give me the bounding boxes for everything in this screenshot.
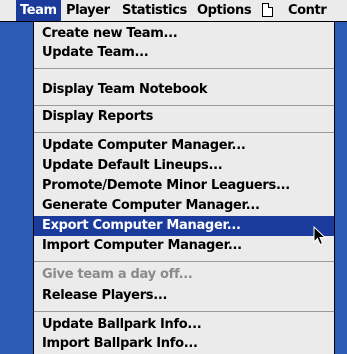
menu-control[interactable]: Contr — [288, 0, 327, 21]
menu-item-promote-demote-minor-leaguers[interactable]: Promote/Demote Minor Leaguers... — [34, 176, 334, 196]
menu-player[interactable]: Player — [66, 0, 110, 21]
menu-item-import-computer-manager[interactable]: Import Computer Manager... — [34, 236, 334, 256]
menu-statistics[interactable]: Statistics — [122, 0, 187, 21]
menu-item-update-ballpark-info[interactable]: Update Ballpark Info... — [34, 315, 334, 335]
menu-item-release-players[interactable]: Release Players... — [34, 286, 334, 306]
menu-item-display-reports[interactable]: Display Reports — [34, 107, 334, 127]
menu-separator — [34, 105, 334, 106]
menu-options[interactable]: Options — [197, 0, 252, 21]
document-icon[interactable] — [262, 3, 273, 17]
menu-item-update-computer-manager[interactable]: Update Computer Manager... — [34, 136, 334, 156]
menu-separator — [34, 261, 334, 262]
menu-item-generate-computer-manager[interactable]: Generate Computer Manager... — [34, 196, 334, 216]
menu-item-update-default-lineups[interactable]: Update Default Lineups... — [34, 156, 334, 176]
menu-separator — [34, 311, 334, 312]
menu-separator — [34, 132, 334, 133]
menu-item-create-new-team[interactable]: Create new Team... — [34, 24, 334, 44]
team-dropdown-menu: Create new Team... Update Team... Displa… — [33, 22, 335, 354]
menu-item-import-ballpark-info[interactable]: Import Ballpark Info... — [34, 334, 334, 354]
menu-item-display-team-notebook[interactable]: Display Team Notebook — [34, 80, 334, 100]
menu-item-export-computer-manager[interactable]: Export Computer Manager... — [34, 216, 334, 236]
menu-separator — [34, 68, 334, 69]
menu-team[interactable]: Team — [16, 0, 61, 21]
menu-bar: Team Player Statistics Options Contr — [0, 0, 347, 22]
menu-item-give-team-day-off: Give team a day off... — [42, 267, 193, 282]
menu-item-update-team[interactable]: Update Team... — [34, 43, 334, 63]
mouse-pointer-icon — [313, 226, 327, 246]
